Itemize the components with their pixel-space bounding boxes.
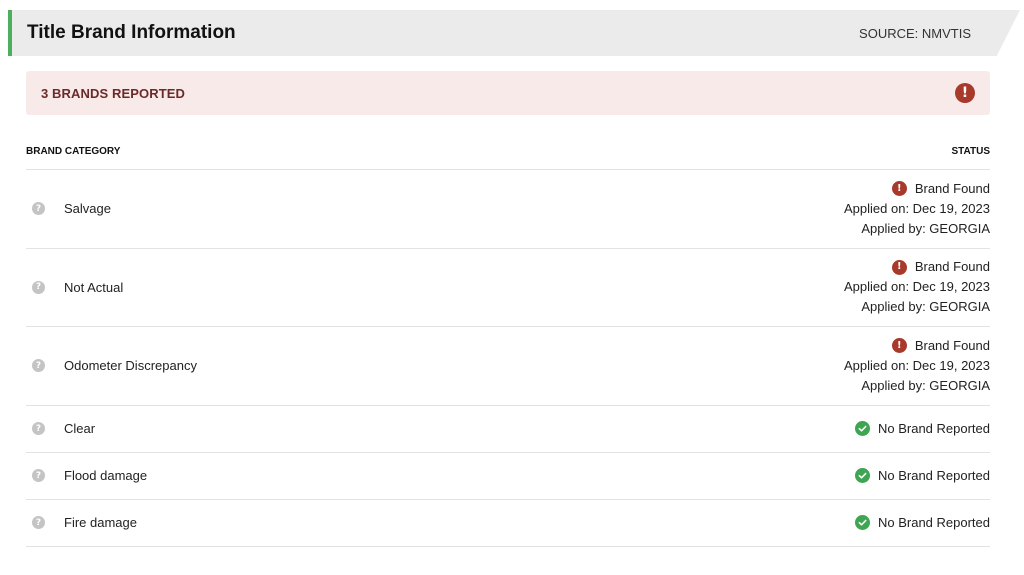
brand-category: Salvage — [64, 201, 111, 217]
exclamation-circle-icon: ! — [891, 338, 907, 354]
applied-on: Applied on: Dec 19, 2023 — [844, 357, 990, 373]
applied-by: Applied by: GEORGIA — [861, 220, 990, 236]
status-text: Brand Found — [914, 259, 990, 275]
applied-by: Applied by: GEORGIA — [861, 377, 990, 393]
table-header: BRAND CATEGORY STATUS — [26, 136, 990, 170]
applied-on: Applied on: Dec 19, 2023 — [844, 279, 990, 295]
exclamation-circle-icon: ! — [891, 181, 907, 197]
brands-count-text: 3 BRANDS REPORTED — [41, 85, 185, 101]
help-icon[interactable]: ? — [32, 280, 45, 294]
status-text: Brand Found — [914, 180, 990, 196]
status-text: No Brand Reported — [877, 514, 990, 530]
table-row: ? Salvage ! Brand Found Applied on: Dec … — [26, 170, 990, 249]
brand-status: ! Brand Found Applied on: Dec 19, 2023 A… — [844, 179, 990, 239]
brand-status: No Brand Reported — [854, 466, 990, 486]
brand-status: ! Brand Found Applied on: Dec 19, 2023 A… — [844, 336, 990, 396]
exclamation-circle-icon: ! — [955, 83, 975, 103]
help-icon[interactable]: ? — [32, 359, 45, 373]
source-label: SOURCE: NMVTIS — [859, 25, 971, 41]
applied-by: Applied by: GEORGIA — [861, 299, 990, 315]
check-circle-icon — [854, 468, 870, 483]
brand-category: Clear — [64, 421, 96, 436]
brand-table: BRAND CATEGORY STATUS ? Salvage ! Brand … — [26, 136, 990, 547]
status-text: Brand Found — [914, 337, 990, 353]
section-title: Title Brand Information — [27, 22, 236, 43]
brand-category: Flood damage — [64, 468, 148, 483]
brand-category: Not Actual — [64, 279, 124, 295]
header-accent-bar — [8, 10, 12, 56]
table-row: ? Flood damage No Brand Reported — [26, 453, 990, 500]
brand-category: Odometer Discrepancy — [64, 358, 197, 374]
applied-on: Applied on: Dec 19, 2023 — [844, 200, 990, 216]
brand-category: Fire damage — [64, 515, 137, 530]
brands-alert: 3 BRANDS REPORTED ! — [26, 71, 990, 115]
status-text: No Brand Reported — [877, 420, 990, 436]
brand-status: No Brand Reported — [854, 513, 990, 533]
section-header: Title Brand Information SOURCE: NMVTIS — [8, 10, 1020, 56]
table-row: ? Odometer Discrepancy ! Brand Found App… — [26, 327, 990, 406]
status-text: No Brand Reported — [877, 467, 990, 483]
help-icon[interactable]: ? — [32, 202, 45, 216]
table-row: ? Fire damage No Brand Reported — [26, 500, 990, 547]
column-header-brand-category: BRAND CATEGORY — [26, 146, 121, 157]
column-header-status: STATUS — [951, 146, 990, 157]
check-circle-icon — [854, 421, 870, 436]
help-icon[interactable]: ? — [32, 469, 45, 482]
help-icon[interactable]: ? — [32, 422, 45, 435]
table-row: ? Not Actual ! Brand Found Applied on: D… — [26, 249, 990, 327]
table-row: ? Clear No Brand Reported — [26, 406, 990, 453]
brand-status: ! Brand Found Applied on: Dec 19, 2023 A… — [844, 257, 990, 317]
help-icon[interactable]: ? — [32, 516, 45, 529]
brand-status: No Brand Reported — [854, 419, 990, 439]
check-circle-icon — [854, 515, 870, 530]
exclamation-circle-icon: ! — [891, 259, 907, 275]
